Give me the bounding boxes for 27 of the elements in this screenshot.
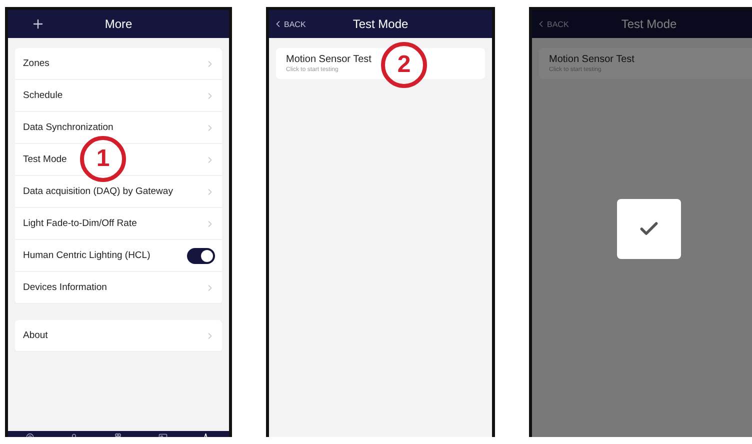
menu-label: Test Mode xyxy=(23,154,67,165)
callout-number: 2 xyxy=(381,42,427,88)
menu-label: About xyxy=(23,330,48,341)
screen-title: Test Mode xyxy=(352,17,408,31)
menu-row[interactable]: Schedule xyxy=(15,80,222,112)
menu-label: Devices Information xyxy=(23,282,107,293)
menu-label: Schedule xyxy=(23,90,63,101)
menu-row[interactable]: Zones xyxy=(15,48,222,80)
toggle-switch[interactable] xyxy=(187,248,215,264)
menu-label: Light Fade-to-Dim/Off Rate xyxy=(23,218,137,229)
menu-row[interactable]: Data Synchronization xyxy=(15,112,222,144)
menu-row[interactable]: Devices Information xyxy=(15,272,222,304)
menu-label: Data acquisition (DAQ) by Gateway xyxy=(23,186,173,197)
add-icon[interactable] xyxy=(31,17,45,31)
test-item-title: Motion Sensor Test xyxy=(549,54,634,65)
menu-row[interactable]: Human Centric Lighting (HCL) xyxy=(15,240,222,272)
menu-row[interactable]: Light Fade-to-Dim/Off Rate xyxy=(15,208,222,240)
menu-row[interactable]: Data acquisition (DAQ) by Gateway xyxy=(15,176,222,208)
menu-label: Zones xyxy=(23,58,50,69)
menu-label: Human Centric Lighting (HCL) xyxy=(23,250,150,261)
menu-label: Data Synchronization xyxy=(23,122,114,133)
screen-title: More xyxy=(104,17,132,31)
back-button[interactable]: BACK xyxy=(269,19,306,29)
callout-number: 1 xyxy=(80,136,126,182)
menu-row[interactable]: About xyxy=(15,320,222,352)
test-item-title: Motion Sensor Test xyxy=(286,54,372,65)
screen-title: Test Mode xyxy=(621,17,677,31)
